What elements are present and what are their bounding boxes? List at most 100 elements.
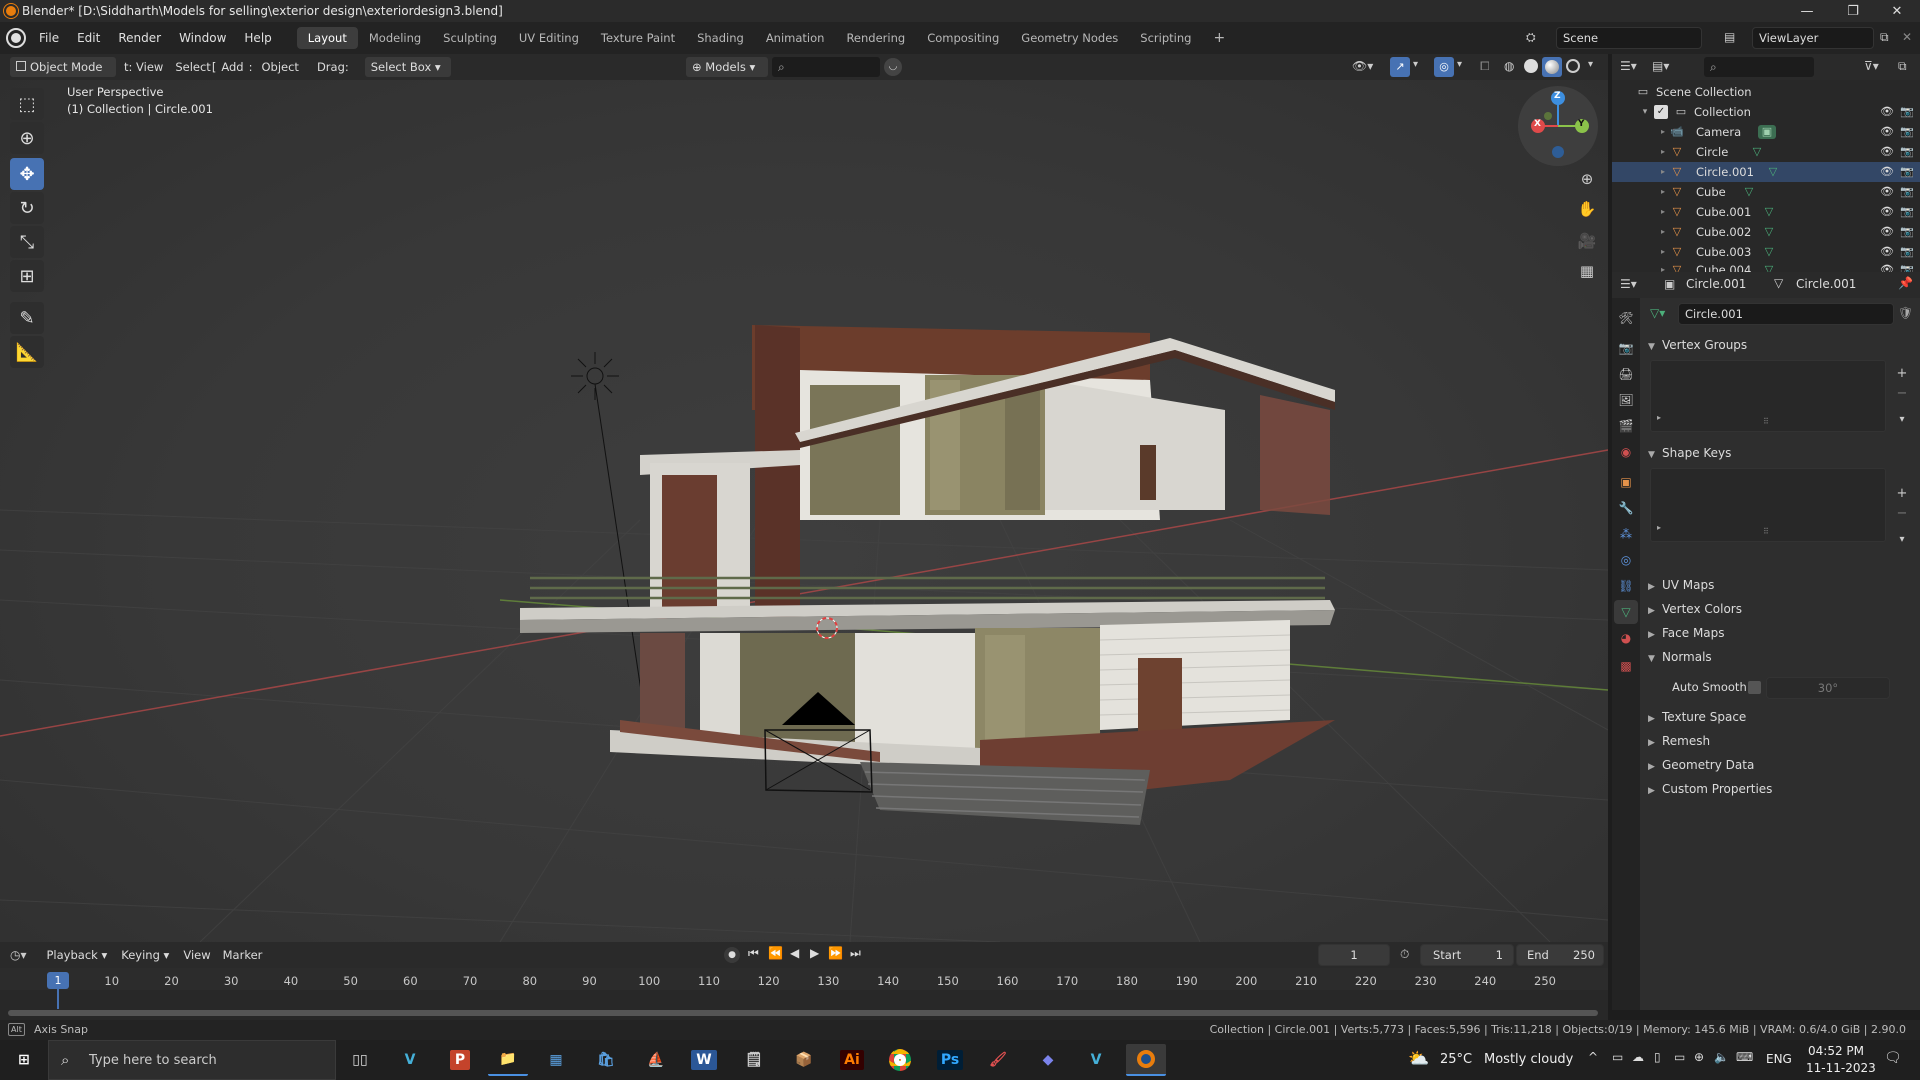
new-collection-icon[interactable]: ⧉ [1898, 59, 1907, 74]
play-reverse-icon[interactable]: ◀ [790, 946, 799, 960]
list-resize-handle-icon[interactable]: ⠿ [1763, 417, 1769, 426]
display-mode-icon[interactable]: ▤▾ [1652, 59, 1669, 73]
visibility-icon[interactable]: 👁 [1880, 185, 1894, 199]
expand-arrow-icon[interactable]: ▸ [1656, 165, 1670, 179]
navigation-gizmo[interactable]: Z Y X [1518, 86, 1598, 166]
jump-keyframe-back-icon[interactable]: ⏪ [768, 946, 783, 960]
add-workspace-button[interactable]: + [1202, 27, 1236, 49]
collection-checkbox-icon[interactable]: ✓ [1654, 105, 1668, 119]
add-shape-key-button[interactable]: + [1892, 484, 1912, 502]
mesh-data-icon[interactable]: ▽ [1762, 225, 1776, 239]
filter-icon[interactable]: ⊽▾ [1864, 59, 1879, 73]
visibility-icon[interactable]: 👁 [1880, 245, 1894, 259]
tab-texture-paint[interactable]: Texture Paint [590, 27, 686, 49]
view-menu[interactable]: t: View [118, 60, 169, 74]
3d-viewport[interactable]: User Perspective (1) Collection | Circle… [0, 80, 1608, 942]
powerpoint-app-icon[interactable]: P [440, 1044, 480, 1076]
end-frame-field[interactable]: End 250 [1516, 944, 1604, 966]
render-icon[interactable]: 📷 [1900, 205, 1914, 219]
marker-menu[interactable]: Marker [217, 948, 269, 962]
mesh-data-icon[interactable]: ▽ [1742, 185, 1756, 199]
teams-app-icon[interactable]: ◆ [1028, 1044, 1068, 1076]
select-menu[interactable]: Select [169, 60, 211, 74]
playback-menu[interactable]: Playback ▾ [41, 945, 114, 965]
scene-selector[interactable]: Scene [1556, 27, 1702, 49]
paint-app-icon[interactable]: 🖌 [978, 1044, 1018, 1076]
collapse-arrow-icon[interactable]: ▾ [1638, 105, 1652, 119]
timeline[interactable]: 10 20 30 40 50 60 70 80 90 100 110 120 130 140 150 160 1… [0, 968, 1608, 1020]
chrome-app-icon[interactable] [880, 1044, 920, 1076]
mesh-breadcrumb[interactable]: Circle.001 [1796, 277, 1856, 291]
xray-toggle-icon[interactable]: ⧠ [1480, 59, 1490, 74]
geometry-data-header[interactable]: ▶ Geometry Data [1648, 754, 1912, 776]
jump-end-icon[interactable]: ⏭ [850, 946, 861, 961]
tab-animation[interactable]: Animation [755, 27, 836, 49]
calendar-app-icon[interactable]: ▦ [536, 1044, 576, 1076]
clock-date[interactable]: 11-11-2023 [1806, 1061, 1876, 1075]
new-view-layer-icon[interactable]: ⧉ [1880, 30, 1889, 45]
outliner-item-cube-002[interactable]: ▸ ▽ Cube.002 ▽ 👁 📷 [1612, 222, 1920, 242]
outliner-collection[interactable]: ▾ ✓ ▭ Collection 👁 📷 [1612, 102, 1920, 122]
shading-dropdown-icon[interactable]: ▾ [1588, 59, 1593, 70]
remove-vertex-group-button[interactable]: − [1892, 384, 1912, 402]
language-indicator[interactable]: ENG [1766, 1052, 1792, 1066]
object-tab-icon[interactable]: ▣ [1614, 470, 1638, 494]
rendered-shading-icon[interactable] [1566, 59, 1580, 73]
tab-rendering[interactable]: Rendering [835, 27, 916, 49]
tab-compositing[interactable]: Compositing [916, 27, 1010, 49]
tab-modeling[interactable]: Modeling [358, 27, 432, 49]
camera-data-icon[interactable]: ▣ [1758, 125, 1776, 139]
vectorworks-app-icon[interactable]: V [390, 1044, 430, 1076]
auto-smooth-angle-field[interactable]: 30° [1766, 677, 1890, 699]
close-button[interactable]: ✕ [1874, 0, 1920, 22]
timeline-view-menu[interactable]: View [177, 948, 216, 962]
outliner-item-circle[interactable]: ▸ ▽ Circle ▽ 👁 📷 [1612, 142, 1920, 162]
word-app-icon[interactable]: W [684, 1044, 724, 1076]
texture-tab-icon[interactable]: ▩ [1614, 654, 1638, 678]
archive-app-icon[interactable]: 📦 [784, 1044, 824, 1076]
visibility-icon[interactable]: 👁 [1880, 205, 1894, 219]
onedrive-icon[interactable]: ☁ [1632, 1050, 1644, 1064]
vertex-groups-header[interactable]: ▼ Vertex Groups [1648, 334, 1912, 356]
render-icon[interactable]: 📷 [1900, 225, 1914, 239]
jump-start-icon[interactable]: ⏮ [748, 946, 759, 961]
vertex-groups-list[interactable]: ▸ ⠿ [1650, 360, 1886, 432]
solid-shading-icon[interactable] [1524, 59, 1538, 73]
task-view-icon[interactable]: ▯▯ [340, 1044, 380, 1076]
list-expand-icon[interactable]: ▸ [1657, 413, 1661, 422]
object-menu[interactable]: Object [255, 60, 304, 74]
battery-icon[interactable]: ▭ [1674, 1050, 1685, 1064]
camera-view-icon[interactable]: 🎥 [1572, 226, 1602, 256]
zoom-icon[interactable]: ⊕ [1572, 164, 1602, 194]
menu-help[interactable]: Help [235, 22, 280, 54]
shape-keys-header[interactable]: ▼ Shape Keys [1648, 442, 1912, 464]
tool-tab-icon[interactable]: 🛠 [1614, 306, 1638, 330]
face-maps-header[interactable]: ▶ Face Maps [1648, 622, 1912, 644]
tray-app-icon[interactable]: ▭ [1612, 1050, 1623, 1064]
timeline-scrollbar[interactable] [8, 1010, 1598, 1016]
physics-tab-icon[interactable]: ◎ [1614, 548, 1638, 572]
transform-tool-icon[interactable]: ⊞ [10, 260, 44, 292]
mesh-datablock-icon[interactable]: ▽▾ [1650, 306, 1665, 320]
outliner-editor-type-icon[interactable]: ☰▾ [1620, 59, 1637, 73]
perspective-toggle-icon[interactable]: ▦ [1572, 256, 1602, 286]
render-icon[interactable]: 📷 [1900, 185, 1914, 199]
move-tool-icon[interactable]: ✥ [10, 158, 44, 190]
network-icon[interactable]: ⊕ [1694, 1050, 1704, 1064]
object-breadcrumb[interactable]: Circle.001 [1686, 277, 1746, 291]
drag-select-box-dropdown[interactable]: Select Box ▾ [364, 57, 451, 77]
wireframe-shading-icon[interactable]: ◍ [1504, 59, 1514, 73]
outliner-item-circle-001[interactable]: ▸ ▽ Circle.001 ▽ 👁 📷 [1612, 162, 1920, 182]
collection-visibility-icon[interactable]: 👁 [1880, 105, 1894, 119]
mesh-name-field[interactable]: Circle.001 [1678, 303, 1894, 325]
weather-icon[interactable]: ⛅ [1408, 1049, 1429, 1069]
blender-app-icon[interactable] [1126, 1044, 1166, 1076]
keying-menu[interactable]: Keying ▾ [115, 945, 175, 965]
record-icon[interactable]: ● [724, 947, 740, 963]
gizmo-toggle-icon[interactable]: ↗ [1390, 57, 1410, 77]
expand-arrow-icon[interactable]: ▸ [1656, 225, 1670, 239]
expand-arrow-icon[interactable]: ▸ [1656, 185, 1670, 199]
fake-user-icon[interactable]: 🛡 [1898, 306, 1913, 320]
orientation-dropdown[interactable]: ⊕ Models ▾ [686, 57, 768, 77]
illustrator-app-icon[interactable]: Ai [832, 1044, 872, 1076]
